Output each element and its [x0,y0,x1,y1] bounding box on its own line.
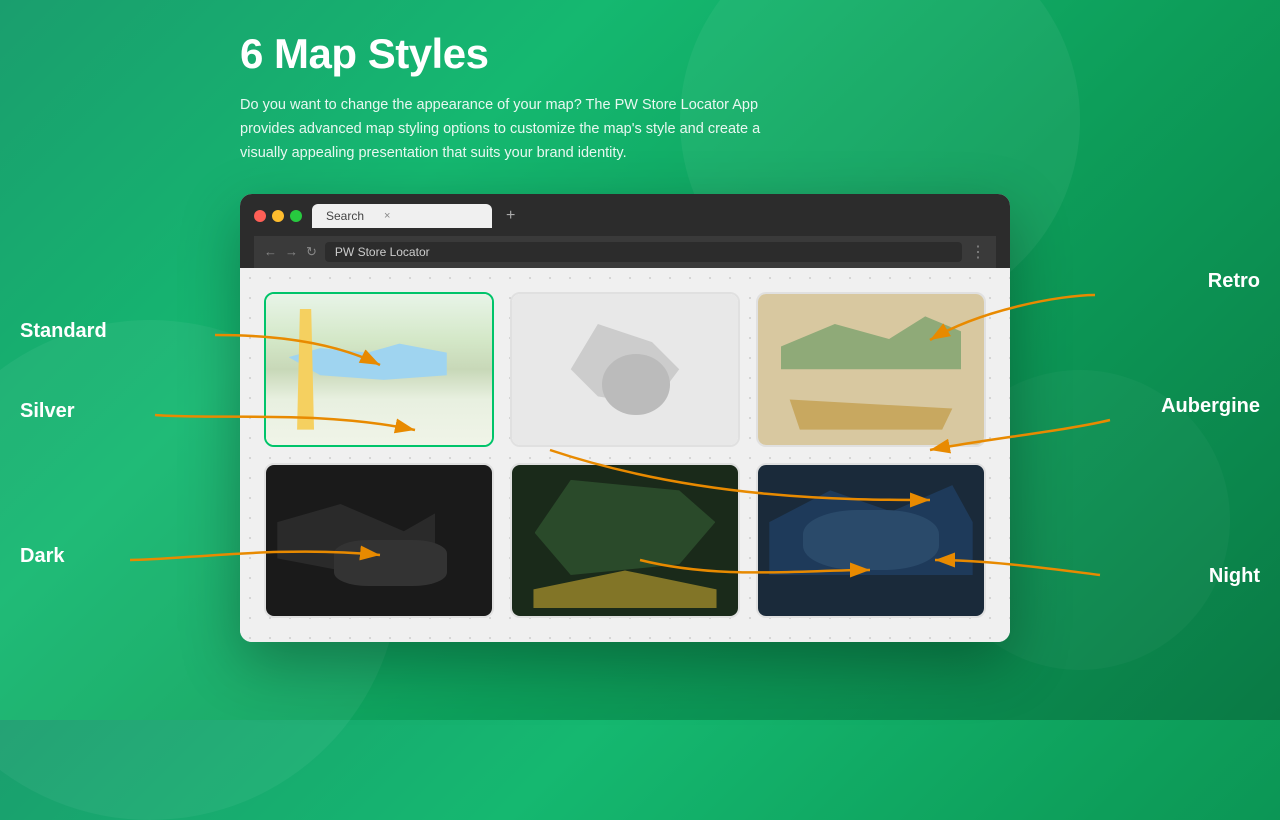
minimize-traffic-light[interactable] [272,210,284,222]
page-description: Do you want to change the appearance of … [240,94,810,166]
close-traffic-light[interactable] [254,210,266,222]
map-grid [240,268,1010,642]
traffic-lights [254,210,302,222]
map-card-aubergine[interactable] [510,463,740,618]
address-text: PW Store Locator [335,245,430,259]
browser-window: Search × + ← → ↻ PW Store Locator ⋮ [240,194,1010,642]
main-content: 6 Map Styles Do you want to change the a… [240,30,1020,642]
page-title: 6 Map Styles [240,30,1020,78]
label-aubergine: Aubergine [1161,395,1260,418]
map-preview-night [758,465,984,616]
map-preview-retro [758,294,984,445]
label-night: Night [1209,565,1260,588]
map-preview-standard [266,294,492,445]
map-card-silver[interactable] [510,292,740,447]
label-silver: Silver [20,400,74,423]
map-preview-silver [512,294,738,445]
map-card-standard[interactable] [264,292,494,447]
new-tab-button[interactable]: + [506,207,515,225]
map-card-dark[interactable] [264,463,494,618]
map-preview-aubergine [512,465,738,616]
browser-titlebar: Search × + ← → ↻ PW Store Locator ⋮ [240,194,1010,268]
label-dark: Dark [20,545,64,568]
browser-tab[interactable]: Search × [312,204,492,228]
label-standard: Standard [20,320,107,343]
tab-title: Search [326,209,364,223]
map-card-retro[interactable] [756,292,986,447]
maximize-traffic-light[interactable] [290,210,302,222]
address-input[interactable]: PW Store Locator [325,242,962,262]
reload-button[interactable]: ↻ [306,244,317,260]
map-card-night[interactable] [756,463,986,618]
map-preview-dark [266,465,492,616]
back-button[interactable]: ← [264,244,277,259]
browser-menu-button[interactable]: ⋮ [970,242,986,262]
label-retro: Retro [1208,270,1260,293]
tab-close-button[interactable]: × [384,210,390,222]
forward-button[interactable]: → [285,244,298,259]
browser-address-bar: ← → ↻ PW Store Locator ⋮ [254,236,996,268]
browser-top-bar: Search × + [254,204,996,228]
